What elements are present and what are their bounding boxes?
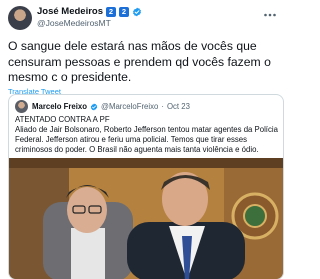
author-handle[interactable]: @JoseMedeirosMT <box>37 18 142 29</box>
quoted-tweet[interactable]: Marcelo Freixo @MarceloFreixo · Oct 23 A… <box>8 94 284 279</box>
quoted-author-avatar <box>15 100 28 113</box>
author-header: José Medeiros 2 2 @JoseMedeirosMT <box>37 5 142 29</box>
quoted-tweet-header: Marcelo Freixo @MarceloFreixo · Oct 23 <box>15 100 190 113</box>
quoted-tweet-date: Oct 23 <box>166 102 190 111</box>
verified-check-icon <box>90 103 98 110</box>
quoted-tweet-text: ATENTADO CONTRA A PF Aliado de Jair Bols… <box>15 115 279 155</box>
affiliation-badge: 2 <box>119 6 129 17</box>
more-options-button[interactable] <box>262 7 278 23</box>
tweet-text: O sangue dele estará nas mãos de vocês q… <box>8 39 271 85</box>
quoted-headline: ATENTADO CONTRA A PF <box>15 115 110 124</box>
tweet: José Medeiros 2 2 @JoseMedeirosMT O sang… <box>0 0 288 279</box>
more-options-icon <box>264 13 276 17</box>
separator-dot: · <box>161 102 164 111</box>
quoted-author-name: Marcelo Freixo <box>32 102 88 111</box>
author-avatar[interactable] <box>8 6 32 30</box>
quoted-author-handle: @MarceloFreixo <box>101 102 159 111</box>
quoted-body: Aliado de Jair Bolsonaro, Roberto Jeffer… <box>15 125 278 154</box>
affiliation-badge: 2 <box>106 6 116 17</box>
verified-check-icon <box>133 7 141 16</box>
quoted-tweet-photo[interactable] <box>9 158 284 279</box>
author-name[interactable]: José Medeiros <box>37 5 103 18</box>
